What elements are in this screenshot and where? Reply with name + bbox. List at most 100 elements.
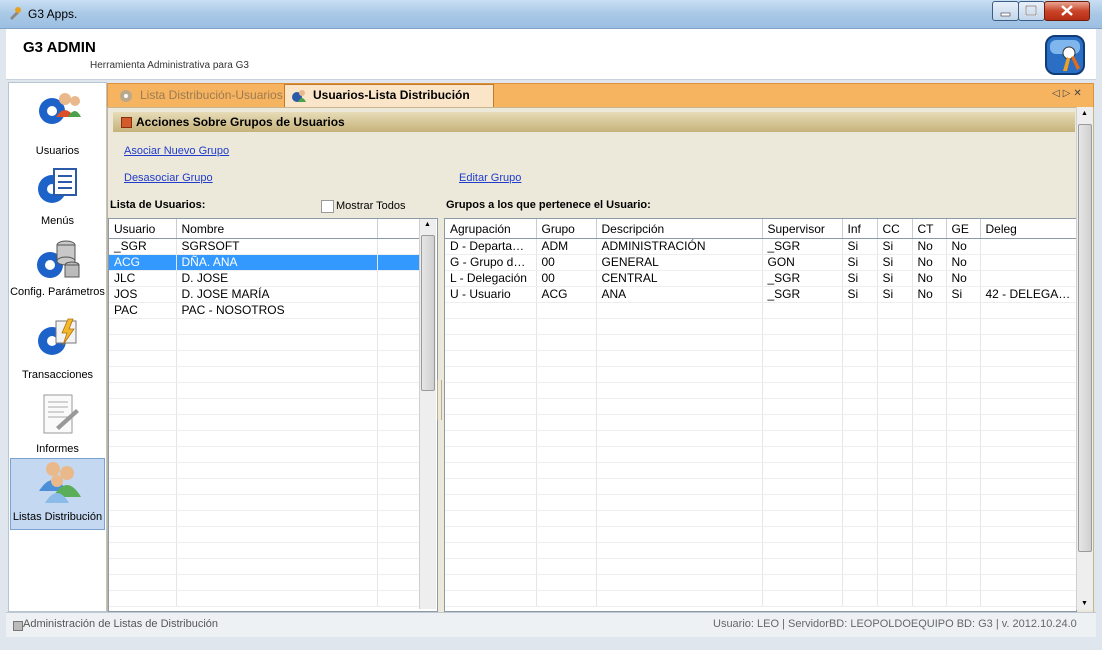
collapse-icon[interactable] [121, 117, 132, 128]
asociar-nuevo-grupo-link[interactable]: Asociar Nuevo Grupo [124, 145, 229, 157]
editar-grupo-link[interactable]: Editar Grupo [459, 172, 521, 184]
table-cell [877, 526, 913, 543]
empty-row [109, 446, 420, 463]
desasociar-grupo-link[interactable]: Desasociar Grupo [124, 172, 213, 184]
table-cell [596, 526, 763, 543]
table-cell [980, 526, 1076, 543]
table-cell [912, 430, 947, 447]
table-cell [176, 574, 378, 591]
table-row[interactable]: L - Delegación 00 CENTRAL _SGR Si Si No No [445, 270, 1076, 287]
tab-usuarios-lista-distribucion[interactable]: Usuarios-Lista Distribución [284, 84, 494, 107]
show-all-checkbox[interactable] [321, 200, 334, 213]
table-cell [980, 350, 1076, 367]
table-cell [980, 510, 1076, 527]
table-row[interactable]: PAC PAC - NOSOTROS [109, 302, 420, 319]
scroll-down-icon[interactable]: ▼ [1081, 600, 1088, 607]
table-row[interactable]: JLC D. JOSE [109, 270, 420, 287]
scrollbar-thumb[interactable] [421, 235, 435, 391]
close-button[interactable] [1044, 1, 1090, 21]
table-cell [980, 398, 1076, 415]
tab-next-icon[interactable]: ▷ [1063, 88, 1074, 99]
column-header-supervisor[interactable]: Supervisor [762, 219, 843, 239]
table-cell [980, 478, 1076, 495]
column-header-ge[interactable]: GE [946, 219, 981, 239]
empty-row [109, 366, 420, 383]
sidebar-item-usuarios[interactable]: Usuarios [10, 87, 105, 157]
show-all-label[interactable]: Mostrar Todos [336, 200, 406, 212]
table-cell [912, 446, 947, 463]
table-cell: Si [946, 286, 981, 303]
table-row[interactable]: _SGR SGRSOFT [109, 238, 420, 255]
scroll-up-icon[interactable]: ▲ [424, 221, 431, 228]
empty-row [109, 542, 420, 559]
table-cell [445, 574, 537, 591]
table-cell [377, 590, 420, 607]
table-cell [877, 542, 913, 559]
maximize-button[interactable] [1018, 1, 1045, 21]
table-cell [536, 542, 597, 559]
table-cell [445, 446, 537, 463]
table-row[interactable]: ACG DÑA. ANA [109, 254, 420, 271]
table-cell [946, 382, 981, 399]
column-header-deleg[interactable]: Deleg [980, 219, 1076, 239]
tab-close-icon[interactable]: ✕ [1073, 88, 1084, 99]
title-bar[interactable] [0, 0, 1102, 29]
table-cell [877, 510, 913, 527]
table-cell [877, 462, 913, 479]
empty-row [109, 574, 420, 591]
column-header-inf[interactable]: Inf [842, 219, 878, 239]
column-header-agrupacion[interactable]: Agrupación [445, 219, 537, 239]
column-header-ct[interactable]: CT [912, 219, 947, 239]
table-cell [377, 558, 420, 575]
column-header-nombre[interactable]: Nombre [176, 219, 378, 239]
table-cell [445, 558, 537, 575]
table-cell: No [912, 238, 947, 255]
sidebar-item-informes[interactable]: Informes [10, 393, 105, 455]
tab-lista-distribucion-usuarios[interactable]: Lista Distribución-Usuarios [112, 85, 310, 106]
tab-prev-icon[interactable]: ◁ [1052, 88, 1063, 99]
table-cell: ANA [596, 286, 763, 303]
table-cell [109, 526, 177, 543]
sidebar-item-menus[interactable]: Menús [10, 165, 105, 227]
table-cell [445, 302, 537, 319]
sidebar-item-listas-distribucion[interactable]: Listas Distribución [10, 458, 105, 530]
table-cell [536, 414, 597, 431]
table-cell [176, 478, 378, 495]
table-cell [762, 510, 843, 527]
main-scrollbar[interactable]: ▲ ▼ [1076, 107, 1093, 610]
empty-row [445, 414, 1076, 431]
table-row[interactable]: G - Grupo de ... 00 GENERAL GON Si Si No No [445, 254, 1076, 271]
panel-splitter[interactable] [437, 380, 442, 420]
empty-row [109, 526, 420, 543]
table-cell [912, 318, 947, 335]
table-row[interactable]: D - Departam... ADM ADMINISTRACIÓN _SGR Si Si… [445, 238, 1076, 255]
table-cell [762, 446, 843, 463]
column-header-cc[interactable]: CC [877, 219, 913, 239]
table-cell [842, 318, 878, 335]
table-cell [377, 302, 420, 319]
table-cell: No [946, 254, 981, 271]
column-header-grupo[interactable]: Grupo [536, 219, 597, 239]
column-header-descripcion[interactable]: Descripción [596, 219, 763, 239]
minimize-button[interactable] [992, 1, 1019, 21]
table-cell: Si [842, 270, 878, 287]
users-grid-scrollbar[interactable]: ▲ [419, 219, 436, 609]
table-cell [596, 542, 763, 559]
table-row[interactable]: JOS D. JOSE MARÍA [109, 286, 420, 303]
empty-row [445, 526, 1076, 543]
report-document-icon [43, 394, 79, 434]
table-cell [946, 334, 981, 351]
column-header-usuario[interactable]: Usuario [109, 219, 177, 239]
scrollbar-thumb[interactable] [1078, 124, 1092, 552]
table-cell [109, 350, 177, 367]
table-cell [980, 238, 1076, 255]
tab-gear-icon [120, 90, 132, 102]
sidebar-item-transacciones[interactable]: Transacciones [10, 317, 105, 381]
table-cell [176, 446, 378, 463]
table-cell [377, 254, 420, 271]
table-cell [536, 398, 597, 415]
table-cell [842, 350, 878, 367]
sidebar-item-config-parametros[interactable]: Config. Parámetros [10, 237, 105, 311]
scroll-up-icon[interactable]: ▲ [1081, 110, 1088, 117]
table-row[interactable]: U - Usuario ACG ANA _SGR Si Si No Si 42 - DELEGA… [445, 286, 1076, 303]
